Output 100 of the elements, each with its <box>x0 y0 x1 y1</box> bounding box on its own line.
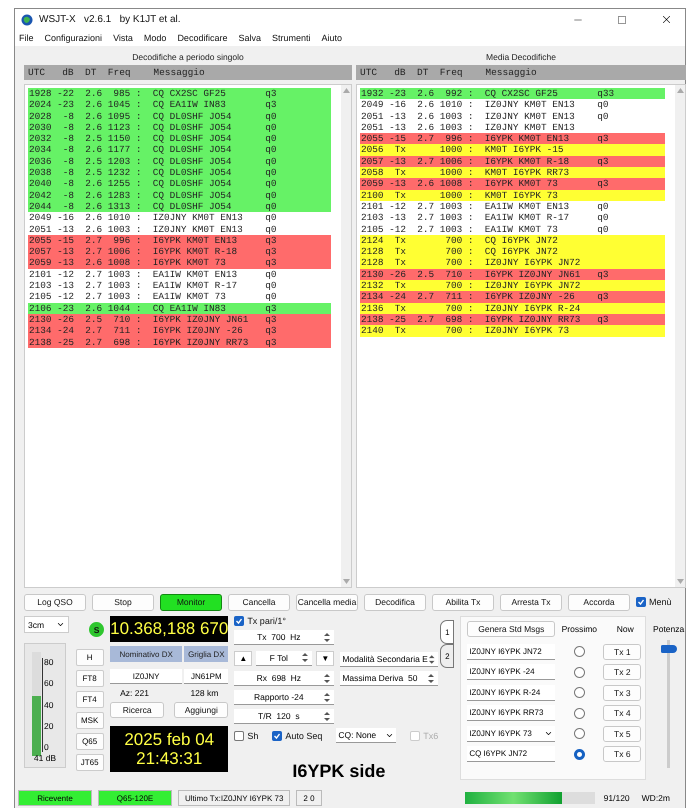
tx-even-checkbox[interactable]: Tx pari/1° <box>234 616 334 626</box>
next-radio[interactable] <box>574 687 585 698</box>
lookup-button[interactable]: Ricerca <box>110 702 164 718</box>
toolbar-button[interactable]: Stop <box>92 594 154 610</box>
cq-dropdown[interactable]: CQ: None <box>336 728 396 743</box>
tx-now-button[interactable]: Tx 3 <box>603 684 642 700</box>
checkmark-icon <box>235 617 244 625</box>
frequency-display: 10.368,188 670 <box>110 616 228 642</box>
toolbar-button[interactable]: Monitor <box>160 594 222 610</box>
option-checkbox[interactable]: Sh <box>234 730 258 740</box>
toolbar-button[interactable]: Accorda <box>568 594 630 610</box>
panel-title: Decodifiche a periodo singolo <box>132 52 244 62</box>
rx-frequency-spinbox[interactable]: Rx 698 Hz <box>234 671 334 686</box>
message-field[interactable]: IZ0JNY I6YPK R-24 <box>467 684 556 700</box>
next-radio[interactable] <box>574 748 585 760</box>
next-radio[interactable] <box>574 646 585 657</box>
toolbar-button[interactable]: Decodifica <box>364 594 426 610</box>
menu-item[interactable]: Strumenti <box>272 33 310 43</box>
spin-arrows-icon[interactable] <box>301 652 310 663</box>
meter-tick: 80 <box>43 658 54 667</box>
message-field[interactable]: IZ0JNY I6YPK JN72 <box>467 644 556 660</box>
mode-button[interactable]: Q65 <box>76 733 104 750</box>
dx-call-field[interactable]: IZ0JNY <box>110 669 182 684</box>
down-button[interactable]: ▼ <box>316 650 334 666</box>
message-field[interactable]: IZ0JNY I6YPK -24 <box>467 664 556 680</box>
column-header: DT <box>417 67 428 78</box>
toolbar-button[interactable]: Abilita Tx <box>432 594 494 610</box>
checkmark-icon <box>273 732 282 740</box>
band-select[interactable]: 3cm <box>24 616 70 633</box>
tx-now-button[interactable]: Tx 4 <box>603 705 642 721</box>
report-spinbox[interactable]: Rapporto -24 <box>234 690 334 705</box>
toolbar-button[interactable]: Arresta Tx <box>500 594 562 610</box>
ftol-spinbox[interactable]: F Tol <box>256 650 312 666</box>
menu-item[interactable]: Salva <box>238 33 261 43</box>
status-field: Ultimo Tx:IZ0JNY I6YPK 73 <box>178 790 290 806</box>
progress-reading: 91/120 <box>602 793 631 803</box>
status-field: Ricevente <box>18 790 92 806</box>
mode-button[interactable]: MSK <box>76 712 104 729</box>
spin-arrows-icon[interactable] <box>428 654 436 664</box>
status-indicator: S <box>89 622 104 637</box>
toolbar-button[interactable]: Cancella <box>228 594 290 610</box>
chevron-down-icon <box>56 620 66 629</box>
up-button[interactable]: ▲ <box>234 650 252 666</box>
spin-arrows-icon[interactable] <box>323 692 332 702</box>
next-radio[interactable] <box>574 666 585 678</box>
tx-now-button[interactable]: Tx 6 <box>603 746 642 762</box>
spin-arrows-icon[interactable] <box>323 710 332 722</box>
dx-grid-field[interactable]: JN61PM <box>184 669 228 684</box>
message-tab[interactable]: 2 <box>440 644 454 668</box>
slider-thumb[interactable] <box>660 644 677 653</box>
message-tab[interactable]: 1 <box>440 620 454 644</box>
menu-item[interactable]: Vista <box>113 33 133 43</box>
menu-item[interactable]: File <box>19 33 34 43</box>
time-text: 21:43:31 <box>136 749 202 768</box>
panel-title: Media Decodifiche <box>486 52 556 62</box>
toolbar-button[interactable]: Cancella media <box>296 594 358 610</box>
dx-call-label: Nominativo DX <box>110 646 182 662</box>
mode-button[interactable]: H <box>76 649 104 666</box>
azimuth-text: Az: 221 <box>119 688 150 698</box>
checkmark-icon <box>637 598 645 606</box>
meter-tick: 20 <box>43 722 54 731</box>
mode-button[interactable]: FT8 <box>76 670 104 687</box>
date-text: 2025 feb 04 <box>124 730 214 749</box>
menu-item[interactable]: Decodificare <box>177 33 228 43</box>
message-field[interactable]: CQ I6YPK JN72 <box>467 746 556 762</box>
tx-now-button[interactable]: Tx 1 <box>603 644 642 660</box>
distance-text: 128 km <box>189 688 220 698</box>
column-header: UTC <box>28 67 46 78</box>
lookup-button[interactable]: Aggiungi <box>174 702 228 718</box>
tx-now-button[interactable]: Tx 5 <box>603 726 642 742</box>
column-header: UTC <box>360 67 378 78</box>
column-header: Messaggio <box>485 67 537 78</box>
spin-arrows-icon[interactable] <box>323 672 332 684</box>
column-header: Freq <box>440 67 463 78</box>
option-checkbox[interactable]: Auto Seq <box>272 730 322 740</box>
window-title: WSJT-X v2.6.1 by K1JT et al. <box>39 14 182 25</box>
generate-messages-button[interactable]: Genera Std Msgs <box>467 621 556 637</box>
next-radio[interactable] <box>574 728 585 739</box>
next-radio[interactable] <box>574 708 585 718</box>
menu-item[interactable]: Configurazioni <box>44 33 102 43</box>
tr-period-spinbox[interactable]: T/R 120 s <box>234 709 334 724</box>
max-drift-spinbox[interactable]: Massima Deriva 50 <box>340 671 438 686</box>
message-field[interactable]: IZ0JNY I6YPK RR73 <box>467 705 556 721</box>
message-dropdown[interactable]: IZ0JNY I6YPK 73 <box>467 726 556 742</box>
menu-item[interactable]: Aiuto <box>322 33 342 43</box>
meter-tick: 40 <box>43 700 54 710</box>
tx-now-button[interactable]: Tx 2 <box>603 664 642 680</box>
mode-button[interactable]: JT65 <box>76 754 104 771</box>
app-logo-icon <box>21 14 33 26</box>
tx-frequency-spinbox[interactable]: Tx 700 Hz <box>234 630 334 645</box>
secondary-mode-spinbox[interactable]: Modalità Secondaria E <box>340 652 438 667</box>
spin-arrows-icon[interactable] <box>427 672 436 684</box>
spin-arrows-icon[interactable] <box>323 632 332 642</box>
toolbar-button[interactable]: Log QSO <box>24 594 86 610</box>
column-header: Prossimo <box>561 624 598 634</box>
menu-item[interactable]: Modo <box>144 33 166 43</box>
mode-button[interactable]: FT4 <box>76 691 104 708</box>
status-field: Q65-120E <box>98 790 172 806</box>
menu-checkbox[interactable]: Menù <box>636 597 685 607</box>
column-header: Messaggio <box>153 67 205 78</box>
